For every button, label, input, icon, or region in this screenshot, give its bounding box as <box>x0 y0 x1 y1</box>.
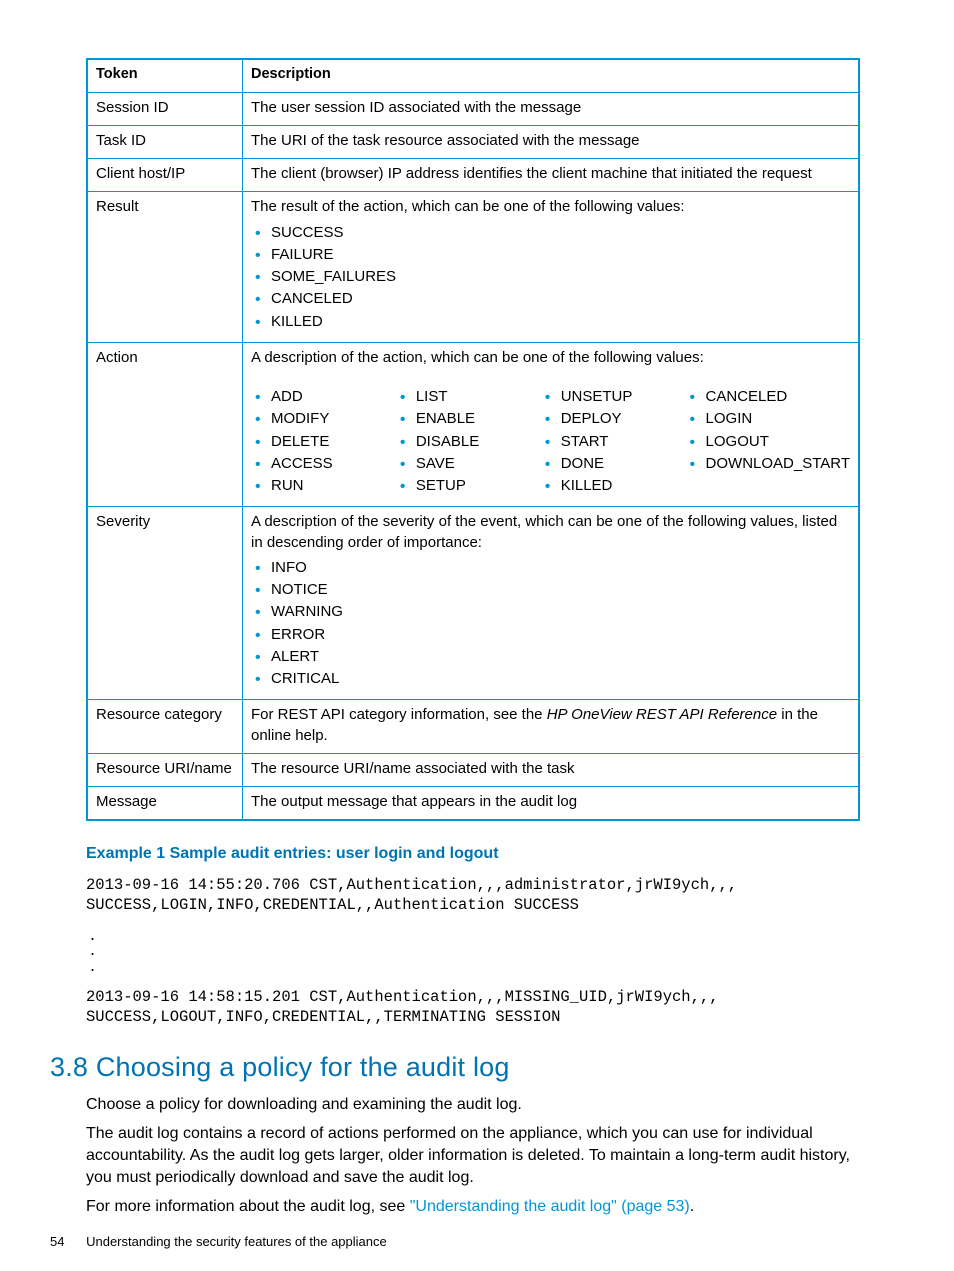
table-row: Resource category For REST API category … <box>87 700 859 754</box>
list-item: ALERT <box>271 646 850 668</box>
audit-log-link[interactable]: "Understanding the audit log" (page 53) <box>410 1198 690 1215</box>
page-number: 54 <box>50 1233 64 1251</box>
cell-desc: The result of the action, which can be o… <box>243 192 860 343</box>
list-item: KILLED <box>561 475 686 497</box>
list-item: CRITICAL <box>271 668 850 690</box>
cell-desc: The client (browser) IP address identifi… <box>243 159 860 192</box>
list-item: CANCELED <box>706 386 850 408</box>
cell-token: Resource category <box>87 700 243 754</box>
desc-text: The result of the action, which can be o… <box>251 198 685 215</box>
list-item: SAVE <box>416 453 541 475</box>
result-list: SUCCESS FAILURE SOME_FAILURES CANCELED K… <box>251 222 850 333</box>
list-item: SETUP <box>416 475 541 497</box>
cell-desc: The output message that appears in the a… <box>243 787 860 821</box>
list-item: ENABLE <box>416 408 541 430</box>
cell-desc: The user session ID associated with the … <box>243 92 860 125</box>
cell-token: Resource URI/name <box>87 753 243 786</box>
desc-pre: For REST API category information, see t… <box>251 706 547 723</box>
list-item: DISABLE <box>416 431 541 453</box>
cell-desc: For REST API category information, see t… <box>243 700 860 754</box>
cell-desc: A description of the action, which can b… <box>243 342 860 507</box>
th-desc: Description <box>243 59 860 92</box>
cell-desc: The resource URI/name associated with th… <box>243 753 860 786</box>
section-para-2: The audit log contains a record of actio… <box>86 1123 860 1188</box>
cell-token: Severity <box>87 507 243 700</box>
list-item: SOME_FAILURES <box>271 266 850 288</box>
table-row: Result The result of the action, which c… <box>87 192 859 343</box>
list-item: KILLED <box>271 311 850 333</box>
page-footer: 54 Understanding the security features o… <box>50 1233 387 1251</box>
para3-pre: For more information about the audit log… <box>86 1198 410 1215</box>
table-row: Session ID The user session ID associate… <box>87 92 859 125</box>
list-item: UNSETUP <box>561 386 686 408</box>
table-row: Action A description of the action, whic… <box>87 342 859 507</box>
list-item: MODIFY <box>271 408 396 430</box>
list-item: RUN <box>271 475 396 497</box>
list-item: ERROR <box>271 624 850 646</box>
severity-list: INFO NOTICE WARNING ERROR ALERT CRITICAL <box>251 557 850 691</box>
code-block-1: 2013-09-16 14:55:20.706 CST,Authenticati… <box>86 875 860 915</box>
list-item: LOGIN <box>706 408 850 430</box>
section-para-1: Choose a policy for downloading and exam… <box>86 1094 860 1116</box>
list-item: DEPLOY <box>561 408 686 430</box>
desc-text: A description of the action, which can b… <box>251 348 850 368</box>
list-item: START <box>561 431 686 453</box>
th-token: Token <box>87 59 243 92</box>
desc-em: HP OneView REST API Reference <box>547 706 777 723</box>
list-item: LIST <box>416 386 541 408</box>
cell-desc: A description of the severity of the eve… <box>243 507 860 700</box>
footer-title: Understanding the security features of t… <box>86 1234 387 1249</box>
cell-token: Action <box>87 342 243 507</box>
token-table: Token Description Session ID The user se… <box>86 58 860 821</box>
section-heading: 3.8 Choosing a policy for the audit log <box>50 1049 860 1085</box>
table-row: Task ID The URI of the task resource ass… <box>87 125 859 158</box>
ellipsis: ... <box>90 927 860 973</box>
table-row: Message The output message that appears … <box>87 787 859 821</box>
list-item: LOGOUT <box>706 431 850 453</box>
list-item: CANCELED <box>271 288 850 310</box>
para3-post: . <box>690 1198 694 1215</box>
action-columns: ADD MODIFY DELETE ACCESS RUN LIST ENABLE… <box>251 382 850 499</box>
list-item: ACCESS <box>271 453 396 475</box>
table-row: Client host/IP The client (browser) IP a… <box>87 159 859 192</box>
list-item: NOTICE <box>271 579 850 601</box>
example-title: Example 1 Sample audit entries: user log… <box>86 843 860 865</box>
section-para-3: For more information about the audit log… <box>86 1196 860 1218</box>
desc-text: A description of the severity of the eve… <box>251 513 837 550</box>
table-row: Severity A description of the severity o… <box>87 507 859 700</box>
cell-token: Task ID <box>87 125 243 158</box>
list-item: INFO <box>271 557 850 579</box>
cell-token: Result <box>87 192 243 343</box>
cell-desc: The URI of the task resource associated … <box>243 125 860 158</box>
code-block-2: 2013-09-16 14:58:15.201 CST,Authenticati… <box>86 987 860 1027</box>
list-item: SUCCESS <box>271 222 850 244</box>
list-item: FAILURE <box>271 244 850 266</box>
cell-token: Message <box>87 787 243 821</box>
cell-token: Session ID <box>87 92 243 125</box>
table-row: Resource URI/name The resource URI/name … <box>87 753 859 786</box>
list-item: DONE <box>561 453 686 475</box>
list-item: DOWNLOAD_START <box>706 453 850 475</box>
list-item: DELETE <box>271 431 396 453</box>
cell-token: Client host/IP <box>87 159 243 192</box>
list-item: ADD <box>271 386 396 408</box>
list-item: WARNING <box>271 601 850 623</box>
